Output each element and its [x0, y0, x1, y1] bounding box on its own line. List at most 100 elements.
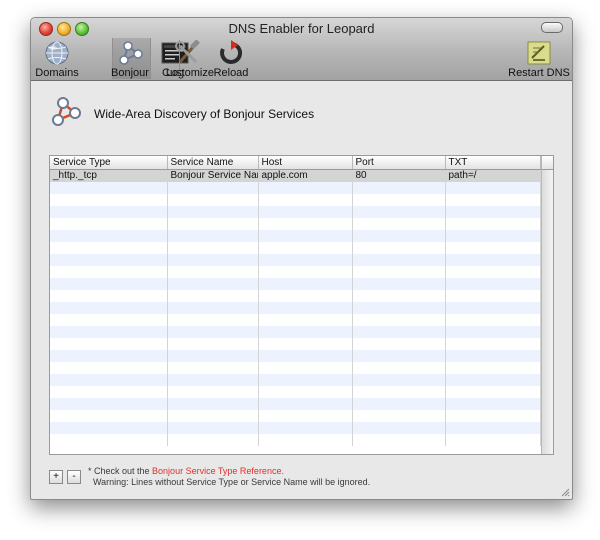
table-cell[interactable]: [352, 314, 446, 326]
table-cell[interactable]: [352, 194, 446, 206]
table-cell[interactable]: [352, 374, 446, 386]
table-cell[interactable]: [258, 266, 353, 278]
services-table[interactable]: Service Type Service Name Host Port TXT …: [49, 155, 554, 455]
table-cell[interactable]: [50, 266, 168, 278]
empty-table-row[interactable]: [50, 314, 541, 326]
table-cell[interactable]: [50, 254, 168, 266]
table-cell[interactable]: [167, 278, 259, 290]
table-cell[interactable]: [352, 182, 446, 194]
table-cell[interactable]: [258, 254, 353, 266]
table-cell[interactable]: [50, 230, 168, 242]
column-header-txt[interactable]: TXT: [445, 156, 541, 170]
table-cell[interactable]: [50, 350, 168, 362]
table-cell[interactable]: [258, 206, 353, 218]
table-cell[interactable]: [258, 398, 353, 410]
resize-grip-icon[interactable]: [560, 487, 570, 497]
table-cell[interactable]: [445, 326, 541, 338]
table-cell[interactable]: apple.com: [258, 169, 353, 182]
empty-table-row[interactable]: [50, 374, 541, 386]
table-cell[interactable]: [50, 362, 168, 374]
table-cell[interactable]: [167, 338, 259, 350]
empty-table-row[interactable]: [50, 386, 541, 398]
table-cell[interactable]: [167, 386, 259, 398]
table-cell[interactable]: [50, 302, 168, 314]
empty-table-row[interactable]: [50, 266, 541, 278]
service-type-reference-link[interactable]: Bonjour Service Type Reference.: [152, 466, 284, 476]
table-cell[interactable]: [50, 290, 168, 302]
table-cell[interactable]: [445, 182, 541, 194]
table-cell[interactable]: [258, 422, 353, 434]
table-cell[interactable]: [167, 254, 259, 266]
table-cell[interactable]: [50, 218, 168, 230]
table-cell[interactable]: [167, 266, 259, 278]
table-cell[interactable]: [445, 410, 541, 422]
table-cell[interactable]: [167, 302, 259, 314]
table-cell[interactable]: [352, 266, 446, 278]
table-cell[interactable]: [445, 278, 541, 290]
empty-table-row[interactable]: [50, 398, 541, 410]
table-cell[interactable]: [258, 290, 353, 302]
table-cell[interactable]: [352, 398, 446, 410]
table-cell[interactable]: [352, 206, 446, 218]
table-cell[interactable]: [445, 302, 541, 314]
table-cell[interactable]: [258, 386, 353, 398]
table-cell[interactable]: [352, 326, 446, 338]
table-cell[interactable]: [258, 230, 353, 242]
table-cell[interactable]: [258, 362, 353, 374]
table-cell[interactable]: [352, 218, 446, 230]
table-cell[interactable]: [258, 194, 353, 206]
empty-table-row[interactable]: [50, 350, 541, 362]
table-cell[interactable]: [50, 182, 168, 194]
table-cell[interactable]: [445, 434, 541, 446]
table-cell[interactable]: [167, 326, 259, 338]
table-cell[interactable]: [445, 338, 541, 350]
table-cell[interactable]: [167, 218, 259, 230]
table-cell[interactable]: [167, 374, 259, 386]
table-cell[interactable]: path=/: [445, 169, 541, 182]
column-header-host[interactable]: Host: [258, 156, 353, 170]
empty-table-row[interactable]: [50, 422, 541, 434]
table-cell[interactable]: [258, 350, 353, 362]
empty-table-row[interactable]: [50, 218, 541, 230]
table-cell[interactable]: [50, 386, 168, 398]
empty-table-row[interactable]: [50, 182, 541, 194]
table-cell[interactable]: [445, 398, 541, 410]
empty-table-row[interactable]: [50, 290, 541, 302]
table-cell[interactable]: [445, 374, 541, 386]
table-cell[interactable]: [258, 278, 353, 290]
table-cell[interactable]: [50, 326, 168, 338]
column-header-service-name[interactable]: Service Name: [167, 156, 259, 170]
table-cell[interactable]: [50, 434, 168, 446]
table-row[interactable]: _http._tcpBonjour Service Nameapple.com8…: [50, 169, 541, 182]
table-cell[interactable]: [167, 422, 259, 434]
table-cell[interactable]: [50, 410, 168, 422]
empty-table-row[interactable]: [50, 242, 541, 254]
table-cell[interactable]: [258, 242, 353, 254]
table-cell[interactable]: [50, 278, 168, 290]
table-cell[interactable]: [445, 218, 541, 230]
table-cell[interactable]: [167, 434, 259, 446]
add-row-button[interactable]: +: [49, 470, 63, 484]
table-cell[interactable]: [445, 290, 541, 302]
table-cell[interactable]: [352, 302, 446, 314]
empty-table-row[interactable]: [50, 410, 541, 422]
table-cell[interactable]: [352, 278, 446, 290]
table-cell[interactable]: [352, 290, 446, 302]
table-cell[interactable]: [50, 398, 168, 410]
table-cell[interactable]: [445, 266, 541, 278]
table-cell[interactable]: Bonjour Service Name: [167, 169, 259, 182]
table-cell[interactable]: [445, 194, 541, 206]
table-cell[interactable]: [352, 422, 446, 434]
table-cell[interactable]: [445, 314, 541, 326]
table-cell[interactable]: [352, 338, 446, 350]
table-cell[interactable]: [445, 254, 541, 266]
table-cell[interactable]: [50, 194, 168, 206]
remove-row-button[interactable]: -: [67, 470, 81, 484]
table-cell[interactable]: [352, 254, 446, 266]
empty-table-row[interactable]: [50, 194, 541, 206]
table-cell[interactable]: [167, 206, 259, 218]
table-cell[interactable]: [352, 350, 446, 362]
table-cell[interactable]: [258, 218, 353, 230]
table-cell[interactable]: [167, 242, 259, 254]
empty-table-row[interactable]: [50, 230, 541, 242]
